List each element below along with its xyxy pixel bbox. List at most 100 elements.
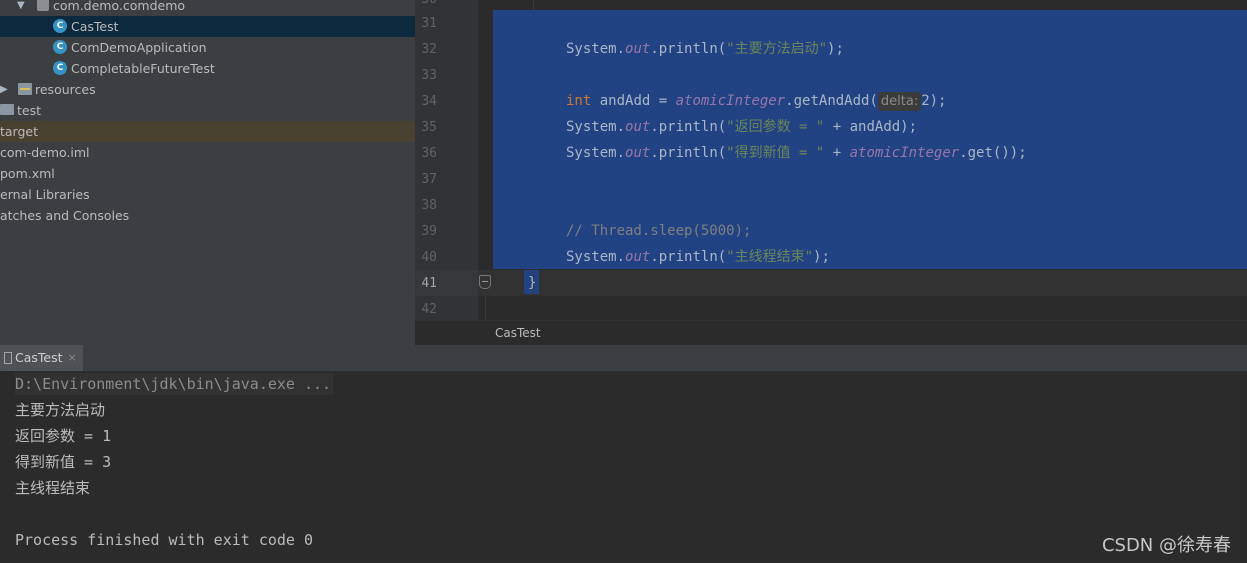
tree-item-label: ComDemoApplication [71,40,207,55]
indent-guide [533,0,534,10]
console-icon [4,352,12,364]
code-line-41[interactable]: } [528,270,536,296]
line-number: 32 [421,42,437,57]
code-comment: // Thread.sleep(5000); [566,223,752,239]
console-line-exit: Process finished with exit code 0 [15,531,314,549]
code-token: System. [566,145,626,161]
code-token: atomicInteger [849,145,960,161]
code-token: out [625,41,651,57]
code-token: "主要方法启动" [726,41,828,57]
code-line-36[interactable]: System.out.println("得到新值 = " + atomicInt… [566,140,1027,166]
fold-marker-icon[interactable] [479,275,491,289]
tree-item-label: com-demo.iml [0,145,90,160]
breadcrumb[interactable]: CasTest [495,326,541,340]
code-token: out [625,249,651,265]
tree-item-target[interactable]: target [0,121,415,142]
code-editor[interactable]: 30 31 32 33 34 35 36 37 38 39 40 41 42 S… [415,0,1247,320]
code-token: System. [566,119,626,135]
resources-folder-icon [18,83,32,95]
close-icon[interactable]: × [68,345,77,371]
line-number: 39 [421,224,437,239]
code-token: int [566,93,592,109]
code-token: ); [813,249,830,265]
line-number: 34 [421,94,437,109]
console-line: 得到新值 = 3 [15,453,112,471]
code-token: System. [566,41,626,57]
code-token: "得到新值 = " [726,145,825,161]
code-token: .println( [650,41,727,57]
watermark: CSDN @徐寿春 [1101,535,1231,556]
tree-item-label: resources [35,82,96,97]
tree-item-label: pom.xml [0,166,55,181]
code-token: + andAdd); [824,119,918,135]
java-class-icon: C [53,61,67,75]
code-line-32[interactable]: System.out.println("主要方法启动"); [566,36,844,62]
code-token: andAdd = [591,93,676,109]
tree-item-label: target [0,124,39,139]
java-class-icon: C [53,19,67,33]
line-number: 36 [421,146,437,161]
console-output[interactable]: D:\Environment\jdk\bin\java.exe ... 主要方法… [0,371,1247,563]
code-token: } [528,275,537,291]
code-token: 2); [921,93,947,109]
code-line-34[interactable]: int andAdd = atomicInteger.getAndAdd(del… [566,88,947,114]
code-token: .get()); [959,145,1027,161]
tree-item-castest[interactable]: C CasTest [0,16,415,37]
spring-class-icon: C [53,40,67,54]
line-number: 35 [421,120,437,135]
code-token: out [625,145,651,161]
code-token: System. [566,249,626,265]
code-token: "返回参数 = " [726,119,825,135]
project-tool-window: ▼ com.demo.comdemo C CasTest C ComDemoAp… [0,0,415,345]
folder-icon [0,104,14,115]
code-token: .println( [650,145,727,161]
tree-item-completablefuturetest[interactable]: C CompletableFutureTest [0,58,415,79]
editor-breadcrumb-bar: CasTest [415,320,1247,347]
line-number-current: 41 [421,276,437,291]
package-icon [37,0,49,11]
line-number: 42 [421,302,437,317]
run-tab-label: CasTest [15,350,63,365]
line-number: 37 [421,172,437,187]
code-token: atomicInteger [675,93,786,109]
code-token: + [824,145,850,161]
code-token: .getAndAdd( [785,93,878,109]
console-line: 主要方法启动 [15,401,106,419]
tree-item-iml[interactable]: com-demo.iml [0,142,415,163]
code-token: .println( [650,249,727,265]
tree-item-label: test [17,103,42,118]
tree-item-label: ernal Libraries [0,187,90,202]
indent-guide [485,295,486,320]
tree-item-resources[interactable]: ▶ resources [0,79,415,100]
code-token: ); [827,41,844,57]
run-tool-window-header: CasTest × [0,345,1247,372]
code-token: .println( [650,119,727,135]
console-line-command: D:\Environment\jdk\bin\java.exe ... [15,373,334,395]
tree-item-comdemoapplication[interactable]: C ComDemoApplication [0,37,415,58]
console-line: 返回参数 = 1 [15,427,112,445]
tree-item-package[interactable]: ▼ com.demo.comdemo [0,0,415,16]
tree-item-scratches[interactable]: atches and Consoles [0,205,415,226]
code-line-39[interactable]: // Thread.sleep(5000); [566,218,751,244]
code-line-40[interactable]: System.out.println("主线程结束"); [566,244,830,270]
collapse-arrow-icon[interactable]: ▶ [0,79,8,100]
current-line-highlight [478,270,1247,296]
tree-item-label: atches and Consoles [0,208,130,223]
run-tab[interactable]: CasTest × [0,345,83,371]
code-line-35[interactable]: System.out.println("返回参数 = " + andAdd); [566,114,917,140]
tree-item-label: CasTest [71,19,119,34]
line-number: 33 [421,68,437,83]
tree-item-test[interactable]: test [0,100,415,121]
expand-arrow-icon[interactable]: ▼ [17,0,25,16]
code-token: "主线程结束" [726,249,814,265]
line-number: 38 [421,198,437,213]
tree-item-external-libraries[interactable]: ernal Libraries [0,184,415,205]
line-number: 40 [421,250,437,265]
code-token: out [625,119,651,135]
parameter-hint: delta: [877,92,922,111]
tree-item-label: com.demo.comdemo [53,0,186,13]
tree-item-pom[interactable]: pom.xml [0,163,415,184]
console-line: 主线程结束 [15,479,91,497]
line-number: 31 [421,16,437,31]
tree-item-label: CompletableFutureTest [71,61,215,76]
